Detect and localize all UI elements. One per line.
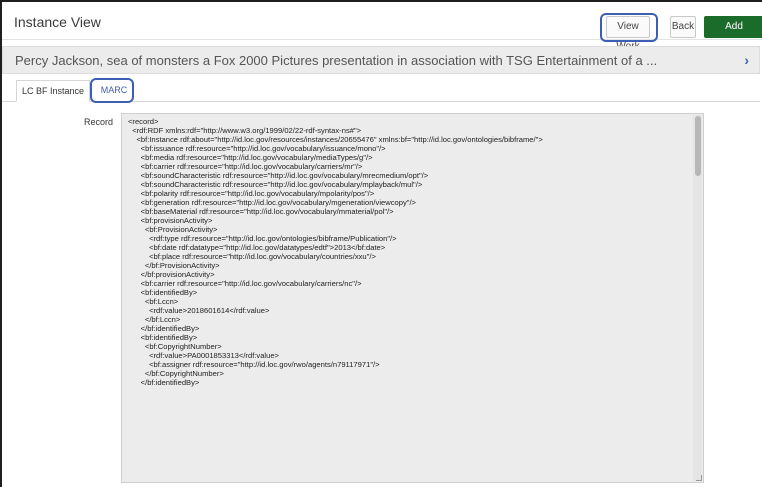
record-line: <bf:place rdf:resource="http://id.loc.go… (128, 252, 376, 261)
record-line: <bf:CopyrightNumber> (128, 342, 222, 351)
back-button[interactable]: Back (670, 16, 696, 38)
record-line: <bf:Lccn> (128, 297, 179, 306)
page-title: Instance View (14, 14, 101, 30)
record-line: <rdf:value>2018601614</rdf:value> (128, 306, 270, 315)
view-work-button[interactable]: View Work (606, 16, 650, 52)
record-textarea[interactable]: <record> <rdf:RDF xmlns:rdf="http://www.… (121, 113, 704, 483)
record-line: <bf:soundCharacteristic rdf:resource="ht… (128, 180, 423, 189)
record-line: <bf:issuance rdf:resource="http://id.loc… (128, 144, 386, 153)
record-line: <bf:date rdf:datatype="http://id.loc.gov… (128, 243, 386, 252)
record-line: <bf:Instance rdf:about="http://id.loc.go… (128, 135, 543, 144)
record-line: <bf:provisionActivity> (128, 216, 213, 225)
record-line: <bf:polarity rdf:resource="http://id.loc… (128, 189, 375, 198)
record-line: <bf:assigner rdf:resource="http://id.loc… (128, 360, 380, 369)
record-line: <bf:generation rdf:resource="http://id.l… (128, 198, 416, 207)
tab-lc-bf-instance[interactable]: LC BF Instance (16, 80, 90, 102)
record-line: <bf:carrier rdf:resource="http://id.loc.… (128, 162, 363, 171)
record-line: <rdf:value>PA0001853313</rdf:value> (128, 351, 279, 360)
record-line: <bf:identifiedBy> (128, 333, 198, 342)
record-content: <record> <rdf:RDF xmlns:rdf="http://www.… (128, 117, 689, 387)
record-line: </bf:provisionActivity> (128, 270, 215, 279)
record-line: <bf:baseMaterial rdf:resource="http://id… (128, 207, 394, 216)
record-line: <rdf:RDF xmlns:rdf="http://www.w3.org/19… (128, 126, 362, 135)
record-line: </bf:identifiedBy> (128, 324, 200, 333)
resize-handle-icon[interactable] (696, 475, 702, 481)
record-line: <bf:media rdf:resource="http://id.loc.go… (128, 153, 373, 162)
instance-title-banner[interactable]: Percy Jackson, sea of monsters a Fox 200… (2, 46, 760, 74)
add-holdings-button[interactable]: Add Holdings (704, 16, 762, 52)
record-field-label: Record (84, 117, 114, 127)
record-line: </bf:CopyrightNumber> (128, 369, 224, 378)
record-line: <bf:soundCharacteristic rdf:resource="ht… (128, 171, 429, 180)
record-scrollbar-thumb[interactable] (695, 116, 701, 176)
instance-title: Percy Jackson, sea of monsters a Fox 200… (15, 53, 658, 68)
record-line: </bf:ProvisionActivity> (128, 261, 220, 270)
marc-tab-focus-ring (90, 78, 134, 103)
record-line: <bf:identifiedBy> (128, 288, 198, 297)
record-line: <bf:carrier rdf:resource="http://id.loc.… (128, 279, 362, 288)
record-line: <record> (128, 117, 159, 126)
record-line: </bf:Lccn> (128, 315, 181, 324)
page-header: Instance View View Work Back Add Holding… (2, 2, 762, 52)
chevron-right-icon[interactable]: › (744, 52, 749, 68)
record-line: <rdf:type rdf:resource="http://id.loc.go… (128, 234, 397, 243)
record-line: </bf:identifiedBy> (128, 378, 200, 387)
record-line: <bf:ProvisionActivity> (128, 225, 218, 234)
